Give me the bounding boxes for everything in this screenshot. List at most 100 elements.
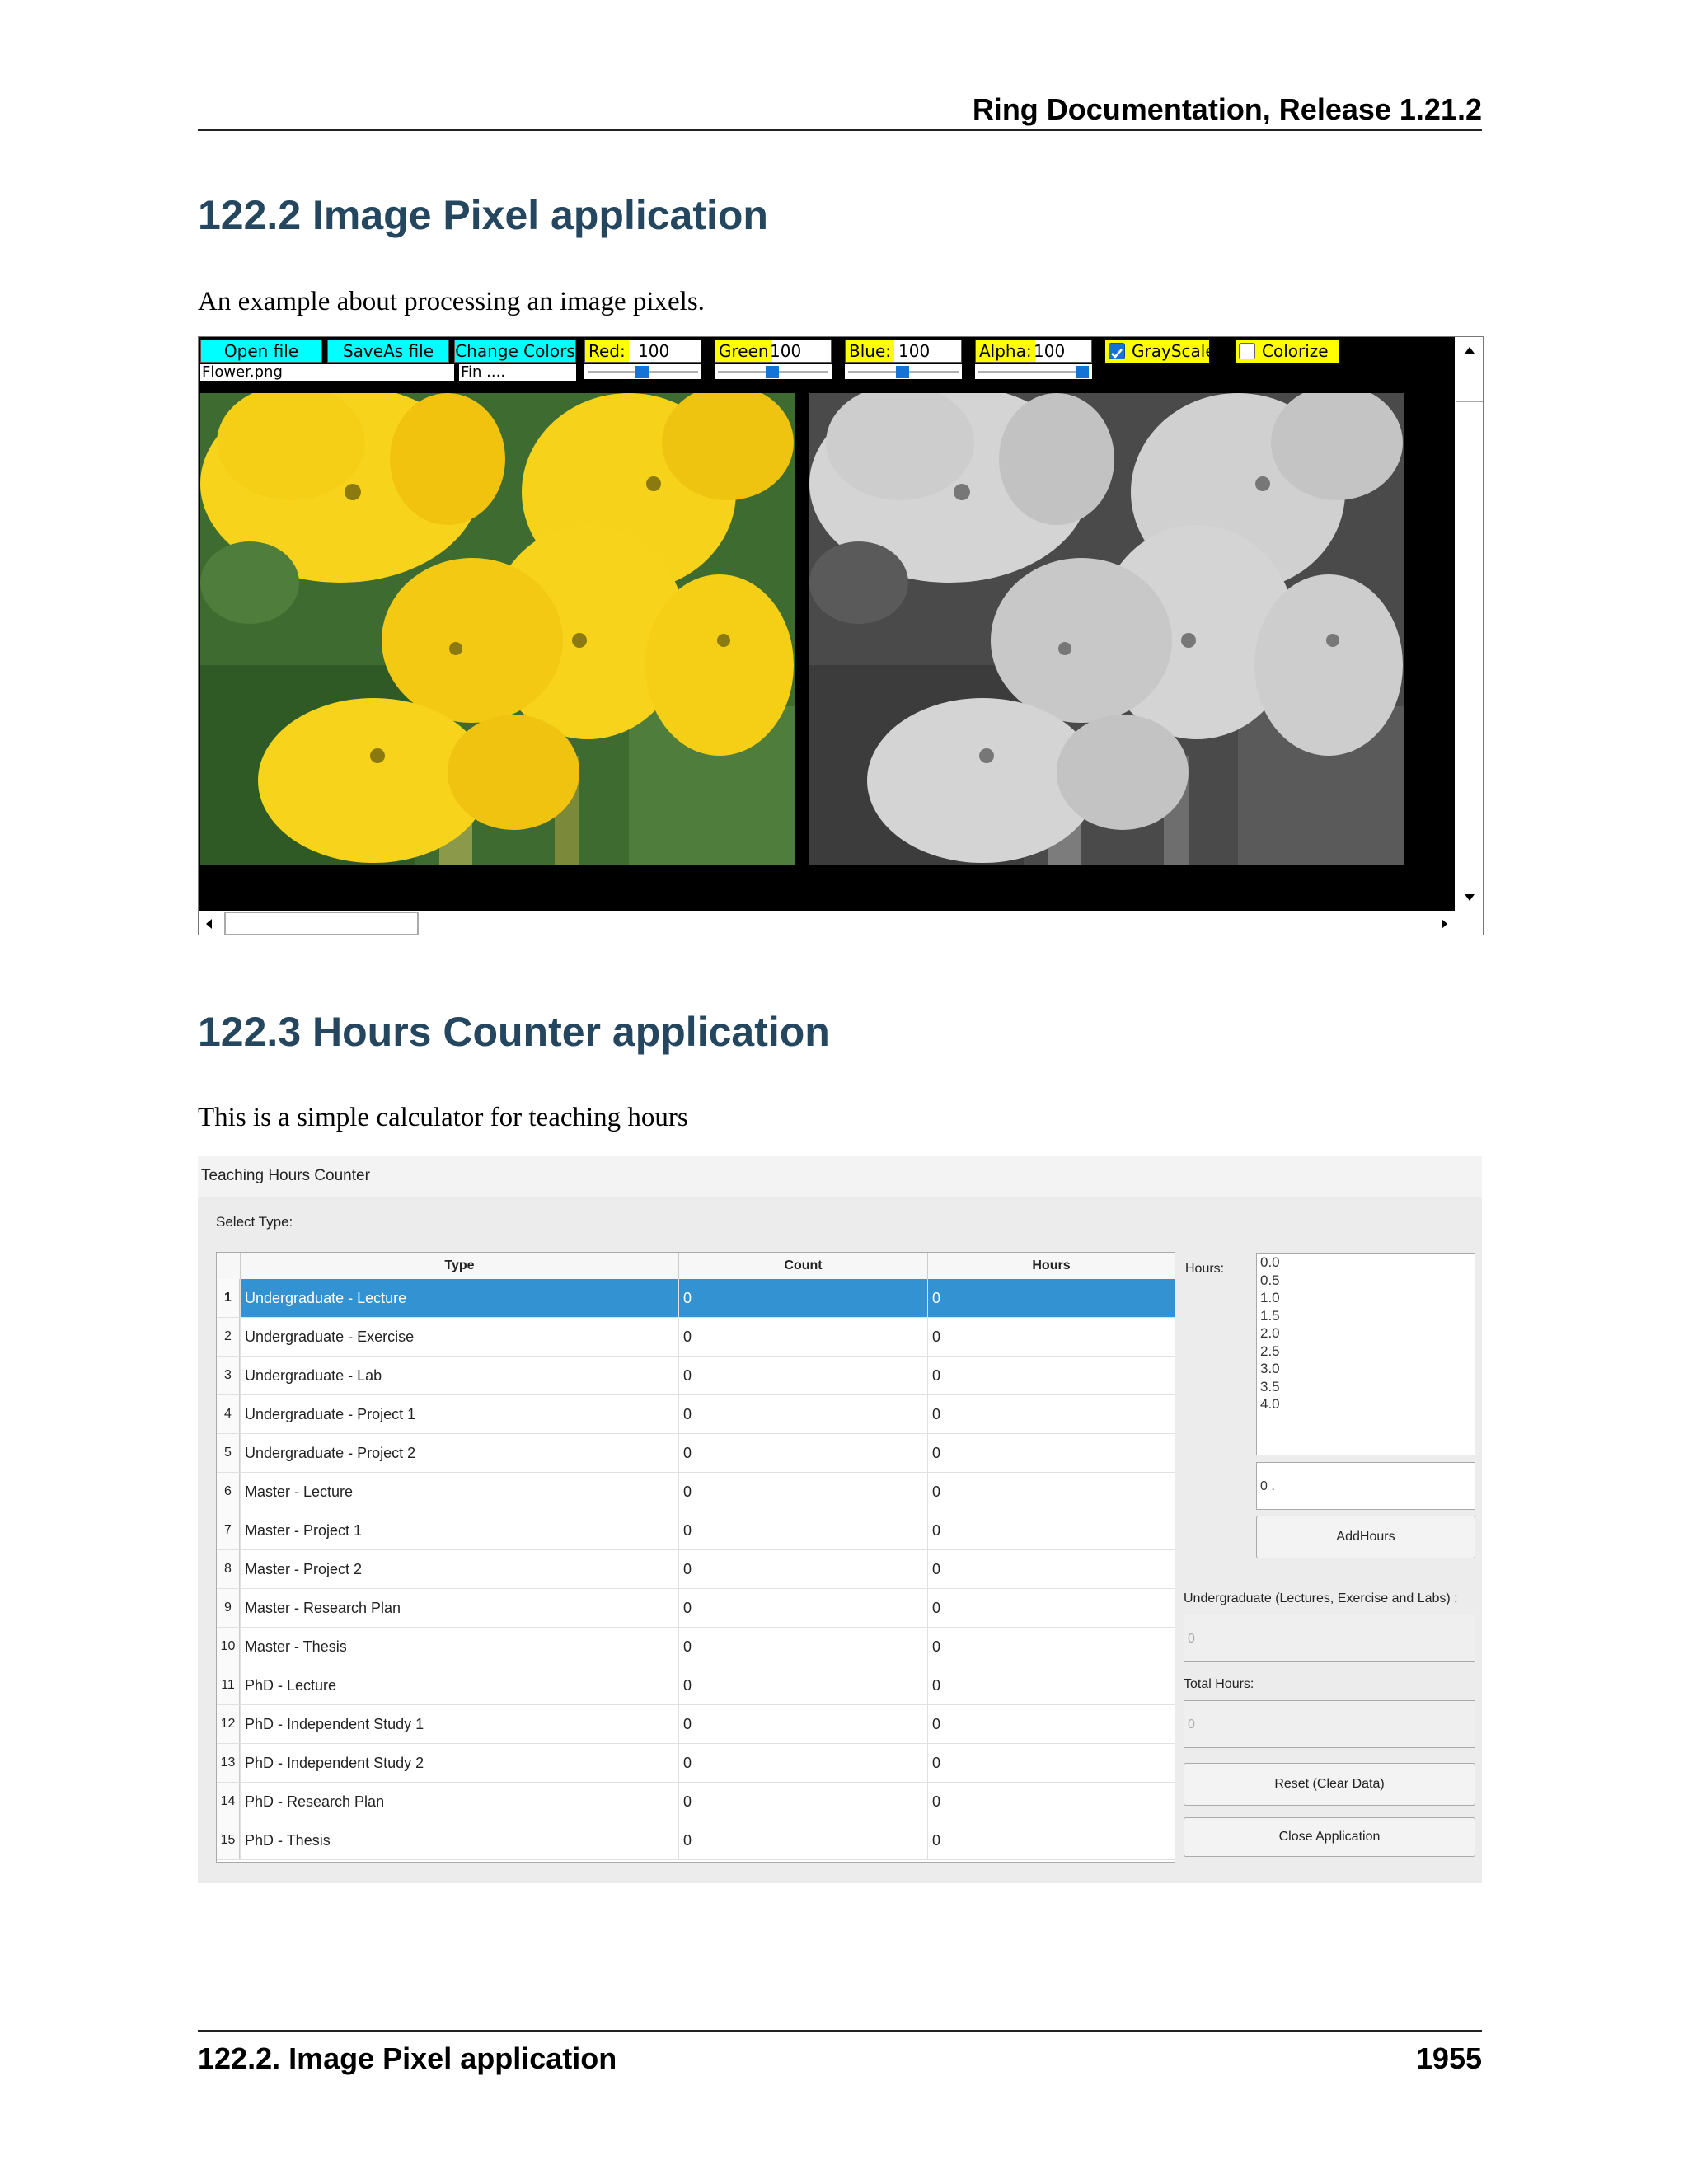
hours-table[interactable]: Type Count Hours 1 Undergraduate - Lectur…	[216, 1252, 1175, 1863]
hours-cell[interactable]: 0	[927, 1395, 1175, 1433]
hours-cell[interactable]: 0	[927, 1589, 1175, 1627]
count-cell[interactable]: 0	[678, 1628, 927, 1666]
colorize-checkbox[interactable]: Colorize	[1236, 340, 1339, 363]
column-header-type[interactable]: Type	[240, 1253, 678, 1279]
hours-option[interactable]: 3.0	[1257, 1360, 1475, 1378]
green-value-field[interactable]: Green 100	[715, 340, 832, 363]
count-cell[interactable]: 0	[678, 1705, 927, 1743]
count-cell[interactable]: 0	[678, 1395, 927, 1433]
blue-value-field[interactable]: Blue: 100	[845, 340, 962, 363]
total-hours-field[interactable]: 0	[1184, 1700, 1475, 1748]
type-cell[interactable]: Master - Project 2	[240, 1550, 678, 1588]
grayscale-checkbox[interactable]: GrayScale	[1105, 340, 1216, 363]
hours-cell[interactable]: 0	[927, 1318, 1175, 1356]
type-cell[interactable]: PhD - Independent Study 2	[240, 1744, 678, 1782]
column-header-count[interactable]: Count	[678, 1253, 927, 1279]
table-row[interactable]: 5 Undergraduate - Project 200	[217, 1434, 1175, 1473]
hours-option[interactable]: 1.0	[1257, 1289, 1475, 1307]
type-cell[interactable]: PhD - Lecture	[240, 1666, 678, 1704]
hours-option[interactable]: 3.5	[1257, 1378, 1475, 1396]
table-row[interactable]: 10 Master - Thesis 0 0	[217, 1628, 1175, 1666]
open-file-button[interactable]: Open file	[200, 340, 322, 363]
table-row[interactable]: 8 Master - Project 200	[217, 1550, 1175, 1589]
count-cell[interactable]: 0	[678, 1821, 927, 1859]
alpha-slider[interactable]	[975, 364, 1092, 379]
hours-listbox[interactable]: 0.0 0.5 1.0 1.5 2.0 2.5 3.0 3.5 4.0	[1256, 1253, 1475, 1455]
hours-cell[interactable]: 0	[927, 1550, 1175, 1588]
type-cell[interactable]: Master - Thesis	[240, 1628, 678, 1666]
table-row[interactable]: 3 Undergraduate - Lab 0 0	[217, 1357, 1175, 1395]
count-cell[interactable]: 0	[678, 1744, 927, 1782]
type-cell[interactable]: PhD - Independent Study 1	[240, 1705, 678, 1743]
red-slider[interactable]	[584, 364, 701, 379]
hours-cell[interactable]: 0	[927, 1628, 1175, 1666]
green-slider[interactable]	[715, 364, 832, 379]
table-row[interactable]: 4 Undergraduate - Project 100	[217, 1395, 1175, 1434]
table-row[interactable]: 1 Undergraduate - Lecture 0 0	[217, 1279, 1175, 1318]
table-row[interactable]: 13 PhD - Independent Study 200	[217, 1744, 1175, 1783]
slider-thumb[interactable]	[1076, 366, 1089, 378]
scroll-left-icon[interactable]	[206, 919, 212, 929]
scroll-thumb[interactable]	[224, 912, 419, 935]
slider-thumb[interactable]	[896, 366, 909, 378]
table-row[interactable]: 9 Master - Research Plan 0 0	[217, 1589, 1175, 1628]
hours-cell[interactable]: 0	[927, 1434, 1175, 1472]
scroll-up-icon[interactable]	[1465, 347, 1475, 354]
count-cell[interactable]: 0	[678, 1279, 927, 1317]
hours-cell[interactable]: 0	[927, 1744, 1175, 1782]
count-cell[interactable]: 0	[678, 1473, 927, 1511]
scroll-down-icon[interactable]	[1465, 894, 1475, 901]
count-cell[interactable]: 0	[678, 1318, 927, 1356]
hours-option[interactable]: 0.5	[1257, 1272, 1475, 1290]
scroll-right-icon[interactable]	[1442, 919, 1447, 929]
type-cell[interactable]: Undergraduate - Project 1	[240, 1395, 678, 1433]
type-cell[interactable]: Undergraduate - Lab	[240, 1357, 678, 1394]
hours-cell[interactable]: 0	[927, 1705, 1175, 1743]
hours-option[interactable]: 1.5	[1257, 1307, 1475, 1325]
close-application-button[interactable]: Close Application	[1184, 1817, 1475, 1857]
table-row[interactable]: 14 PhD - Research Plan 0 0	[217, 1783, 1175, 1821]
table-row[interactable]: 6 Master - Lecture 0 0	[217, 1473, 1175, 1511]
table-row[interactable]: 12 PhD - Independent Study 100	[217, 1705, 1175, 1744]
count-cell[interactable]: 0	[678, 1589, 927, 1627]
count-cell[interactable]: 0	[678, 1434, 927, 1472]
hours-cell[interactable]: 0	[927, 1821, 1175, 1859]
hours-cell[interactable]: 0	[927, 1666, 1175, 1704]
hours-option[interactable]: 4.0	[1257, 1395, 1475, 1413]
count-cell[interactable]: 0	[678, 1783, 927, 1821]
type-cell[interactable]: PhD - Thesis	[240, 1821, 678, 1859]
type-cell[interactable]: Undergraduate - Exercise	[240, 1318, 678, 1356]
type-cell[interactable]: Master - Research Plan	[240, 1589, 678, 1627]
slider-thumb[interactable]	[766, 366, 779, 378]
hours-cell[interactable]: 0	[927, 1473, 1175, 1511]
type-cell[interactable]: Master - Lecture	[240, 1473, 678, 1511]
hours-cell[interactable]: 0	[927, 1357, 1175, 1394]
reset-button[interactable]: Reset (Clear Data)	[1184, 1763, 1475, 1806]
undergrad-hours-field[interactable]: 0	[1184, 1615, 1475, 1662]
hours-option[interactable]: 0.0	[1257, 1254, 1475, 1272]
red-value-field[interactable]: Red: 100	[584, 340, 701, 363]
count-cell[interactable]: 0	[678, 1511, 927, 1549]
change-colors-button[interactable]: Change Colors	[454, 340, 576, 363]
type-cell[interactable]: Undergraduate - Project 2	[240, 1434, 678, 1472]
file-name-field[interactable]: Flower.png	[200, 364, 454, 381]
type-cell[interactable]: PhD - Research Plan	[240, 1783, 678, 1821]
saveas-file-button[interactable]: SaveAs file	[327, 340, 449, 363]
hours-cell[interactable]: 0	[927, 1783, 1175, 1821]
vertical-scrollbar[interactable]	[1456, 337, 1483, 911]
column-header-hours[interactable]: Hours	[927, 1253, 1175, 1279]
table-row[interactable]: 7 Master - Project 100	[217, 1511, 1175, 1550]
type-cell[interactable]: Undergraduate - Lecture	[240, 1279, 678, 1317]
hours-cell[interactable]: 0	[927, 1511, 1175, 1549]
add-hours-button[interactable]: AddHours	[1256, 1516, 1475, 1558]
table-row[interactable]: 15 PhD - Thesis 0 0	[217, 1821, 1175, 1860]
hours-option[interactable]: 2.0	[1257, 1324, 1475, 1343]
count-cell[interactable]: 0	[678, 1666, 927, 1704]
alpha-value-field[interactable]: Alpha: 100	[975, 340, 1092, 363]
hours-option[interactable]: 2.5	[1257, 1343, 1475, 1361]
hours-input[interactable]: 0 .	[1256, 1462, 1475, 1510]
blue-slider[interactable]	[845, 364, 962, 379]
table-row[interactable]: 2 Undergraduate - Exercise 0 0	[217, 1318, 1175, 1357]
slider-thumb[interactable]	[635, 366, 649, 378]
count-cell[interactable]: 0	[678, 1550, 927, 1588]
